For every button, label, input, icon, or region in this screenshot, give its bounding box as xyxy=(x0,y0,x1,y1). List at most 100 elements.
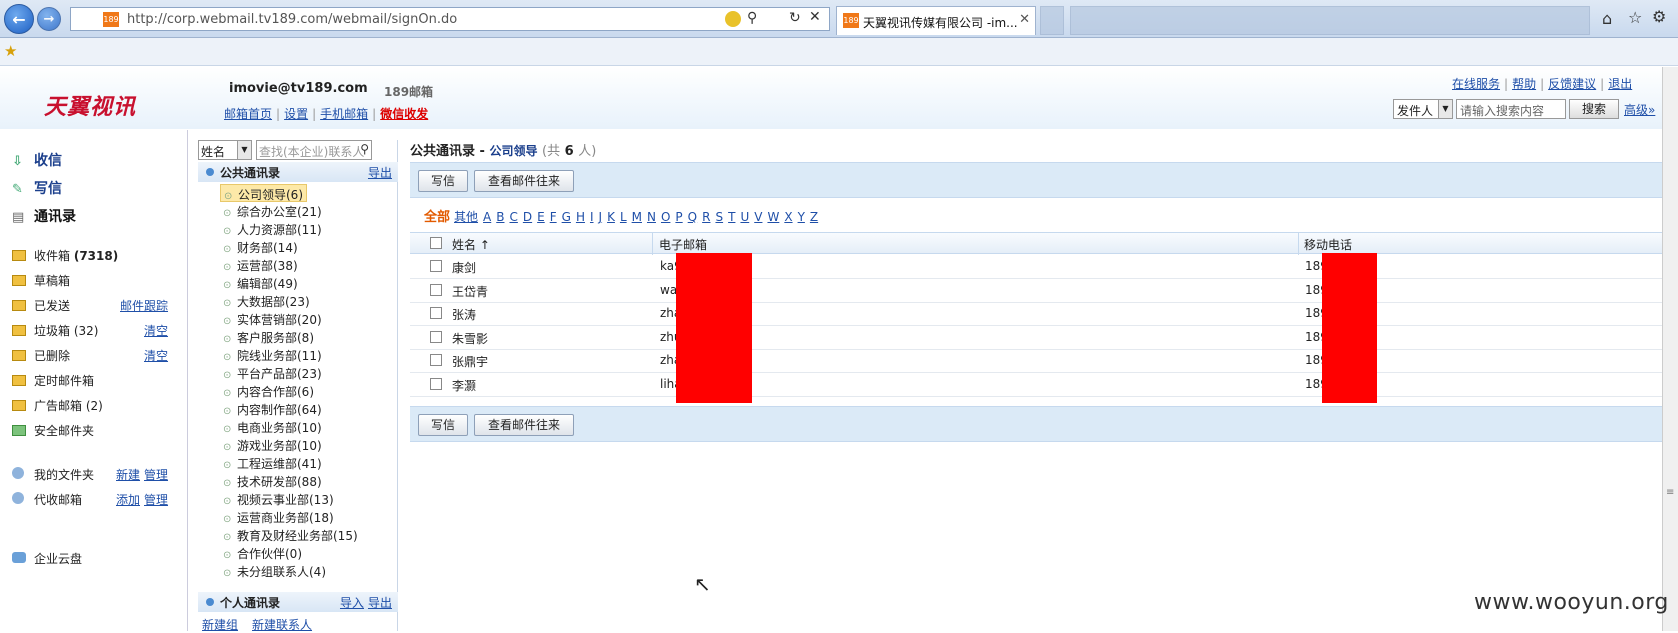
col-name[interactable]: 姓名 ↑ xyxy=(452,236,490,253)
alpha-link[interactable]: U xyxy=(740,210,749,224)
alpha-link[interactable]: M xyxy=(632,210,642,224)
row-checkbox[interactable] xyxy=(430,260,442,272)
link-online-service[interactable]: 在线服务 xyxy=(1452,77,1500,91)
tree-group-item[interactable]: ⊙ 客户服务部(8) xyxy=(220,328,317,346)
link-feedback[interactable]: 反馈建议 xyxy=(1548,77,1596,91)
nav-contacts[interactable]: ▤ 通讯录 xyxy=(12,206,76,226)
link-mail-home[interactable]: 邮箱首页 xyxy=(224,107,272,121)
table-row[interactable]: 王岱青wav189.com18926 xyxy=(410,278,1662,303)
tree-group-item[interactable]: ⊙ 教育及财经业务部(15) xyxy=(220,526,361,544)
folder-ads[interactable]: 广告邮箱 (2) xyxy=(12,397,103,414)
tree-search-field-select[interactable]: 姓名 ▼ xyxy=(198,140,252,160)
link-settings[interactable]: 设置 xyxy=(284,107,308,121)
manage-proxy-link[interactable]: 管理 xyxy=(144,491,168,508)
alpha-link[interactable]: R xyxy=(702,210,710,224)
alpha-link[interactable]: F xyxy=(550,210,557,224)
tree-group-item[interactable]: ⊙ 编辑部(49) xyxy=(220,274,301,292)
link-logout[interactable]: 退出 xyxy=(1608,77,1632,91)
tree-group-item[interactable]: ⊙ 内容制作部(64) xyxy=(220,400,325,418)
tab-close-icon[interactable]: ✕ xyxy=(1019,12,1030,27)
contact-name[interactable]: 张鼎宇 xyxy=(452,353,488,370)
tree-group-item[interactable]: ⊙ 内容合作部(6) xyxy=(220,382,317,400)
export-public-link[interactable]: 导出 xyxy=(368,164,392,181)
alpha-link[interactable]: W xyxy=(767,210,779,224)
folder-drafts[interactable]: 草稿箱 xyxy=(12,272,70,289)
page-scrollbar[interactable]: ≡ xyxy=(1662,67,1678,631)
alpha-link[interactable]: K xyxy=(607,210,615,224)
alpha-link[interactable]: T xyxy=(728,210,735,224)
table-row[interactable]: 李灏liham18939 xyxy=(410,372,1662,397)
add-favorite-icon[interactable]: ★ xyxy=(4,42,17,60)
nav-receive[interactable]: ⇩ 收信 xyxy=(12,150,62,170)
forward-icon[interactable]: → xyxy=(37,7,61,31)
favorites-icon[interactable]: ☆ xyxy=(1628,8,1642,27)
alpha-link[interactable]: V xyxy=(754,210,762,224)
contact-name[interactable]: 李灏 xyxy=(452,377,476,394)
view-mail-history-button-bottom[interactable]: 查看邮件往来 xyxy=(474,414,574,436)
row-checkbox[interactable] xyxy=(430,377,442,390)
folder-inbox[interactable]: 收件箱 (7318) xyxy=(12,247,118,264)
table-row[interactable]: 朱雪影zhu189.com18927 xyxy=(410,325,1662,350)
advanced-search-link[interactable]: 高级» xyxy=(1624,101,1655,118)
contact-name[interactable]: 王岱青 xyxy=(452,283,488,300)
address-bar[interactable]: 189 http://corp.webmail.tv189.com/webmai… xyxy=(70,7,830,31)
row-checkbox[interactable] xyxy=(430,354,442,366)
alpha-link[interactable]: O xyxy=(661,210,670,224)
empty-spam-link[interactable]: 清空 xyxy=(144,322,168,339)
new-group-link[interactable]: 新建组 xyxy=(202,616,238,633)
col-phone[interactable]: 移动电话 xyxy=(1304,236,1352,253)
tree-group-item[interactable]: ⊙ 运营商业务部(18) xyxy=(220,508,337,526)
tree-group-item[interactable]: ⊙ 公司领导(6) xyxy=(220,184,307,202)
alpha-link[interactable]: B xyxy=(496,210,504,224)
folder-scheduled[interactable]: 定时邮件箱 xyxy=(12,372,94,389)
tree-group-item[interactable]: ⊙ 未分组联系人(4) xyxy=(220,562,329,580)
alpha-link[interactable]: C xyxy=(509,210,517,224)
tree-group-item[interactable]: ⊙ 合作伙伴(0) xyxy=(220,544,305,562)
alpha-link[interactable]: Q xyxy=(688,210,697,224)
alpha-link[interactable]: Z xyxy=(810,210,818,224)
link-help[interactable]: 帮助 xyxy=(1512,77,1536,91)
alpha-link[interactable]: A xyxy=(483,210,491,224)
enterprise-cloud[interactable]: 企业云盘 xyxy=(12,550,82,567)
alpha-link[interactable]: L xyxy=(620,210,627,224)
alpha-link[interactable]: H xyxy=(576,210,585,224)
back-icon[interactable]: ← xyxy=(4,4,34,34)
tree-group-item[interactable]: ⊙ 综合办公室(21) xyxy=(220,202,325,220)
alpha-link[interactable]: S xyxy=(715,210,723,224)
browser-tab-blank[interactable] xyxy=(1040,6,1064,35)
contact-name[interactable]: 朱雪影 xyxy=(452,330,488,347)
table-row[interactable]: 康剑ka9.com18939 xyxy=(410,254,1662,279)
alpha-link[interactable]: N xyxy=(647,210,656,224)
my-folders[interactable]: 我的文件夹 新建 管理 xyxy=(12,466,172,483)
tree-group-item[interactable]: ⊙ 财务部(14) xyxy=(220,238,301,256)
folder-secure[interactable]: 安全邮件夹 xyxy=(12,422,94,439)
link-mobile-mail[interactable]: 手机邮箱 xyxy=(320,107,368,121)
alpha-link[interactable]: X xyxy=(784,210,792,224)
refresh-icon[interactable]: ↻ xyxy=(789,10,801,26)
tree-group-item[interactable]: ⊙ 电商业务部(10) xyxy=(220,418,325,436)
tree-group-item[interactable]: ⊙ 视频云事业部(13) xyxy=(220,490,337,508)
manage-folders-link[interactable]: 管理 xyxy=(144,466,168,483)
gear-icon[interactable]: ⚙ xyxy=(1652,7,1666,26)
tree-group-item[interactable]: ⊙ 平台产品部(23) xyxy=(220,364,325,382)
alpha-all[interactable]: 全部 xyxy=(424,210,450,225)
write-button[interactable]: 写信 xyxy=(418,170,468,192)
select-all-checkbox[interactable] xyxy=(430,237,442,249)
proxy-mailbox[interactable]: 代收邮箱 添加 管理 xyxy=(12,491,172,508)
search-button[interactable]: 搜索 xyxy=(1569,99,1619,119)
tree-group-item[interactable]: ⊙ 游戏业务部(10) xyxy=(220,436,325,454)
col-email[interactable]: 电子邮箱 xyxy=(659,236,707,253)
tree-group-item[interactable]: ⊙ 运营部(38) xyxy=(220,256,301,274)
export-personal-link[interactable]: 导出 xyxy=(368,594,392,611)
nav-compose[interactable]: ✎ 写信 xyxy=(12,178,62,198)
row-checkbox[interactable] xyxy=(430,307,442,319)
tree-group-item[interactable]: ⊙ 实体营销部(20) xyxy=(220,310,325,328)
folder-sent[interactable]: 已发送 邮件跟踪 xyxy=(12,297,172,314)
tree-group-item[interactable]: ⊙ 人力资源部(11) xyxy=(220,220,325,238)
alpha-link[interactable]: J xyxy=(599,210,603,224)
address-url[interactable]: http://corp.webmail.tv189.com/webmail/si… xyxy=(127,12,457,27)
search-icon[interactable]: ⚲ xyxy=(747,10,757,26)
contact-name[interactable]: 张涛 xyxy=(452,306,476,323)
browser-tab-active[interactable]: 189 天翼视讯传媒有限公司 -im... ✕ xyxy=(836,6,1036,35)
add-proxy-link[interactable]: 添加 xyxy=(116,491,140,508)
